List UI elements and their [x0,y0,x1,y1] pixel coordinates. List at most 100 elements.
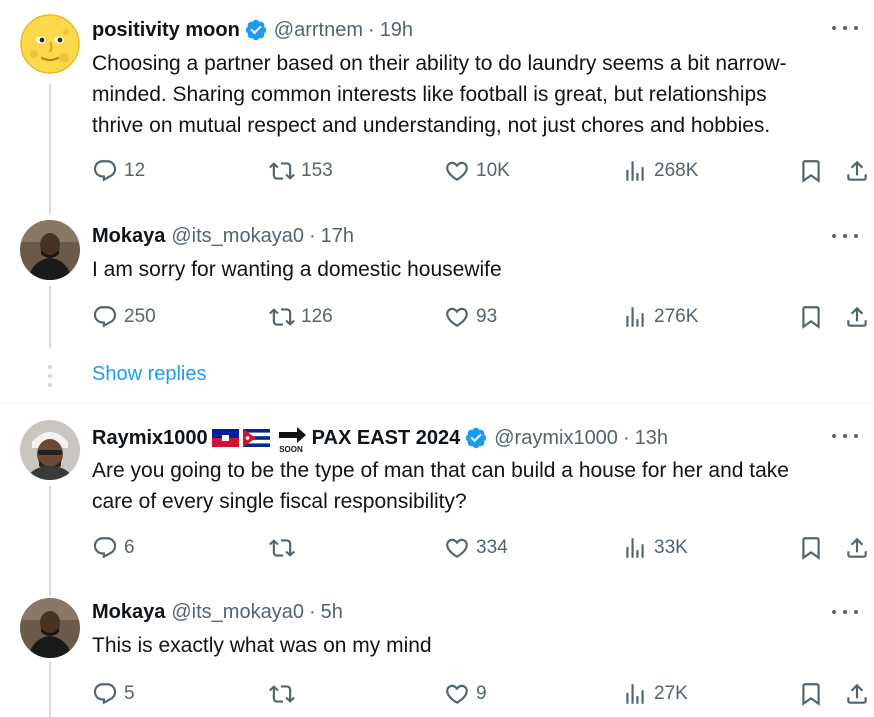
repost-icon [269,681,295,707]
share-icon [844,681,870,707]
separator: · [308,600,316,623]
more-icon[interactable] [832,226,858,246]
thread-line [49,662,51,717]
views-icon [622,681,648,707]
repost-button[interactable] [269,679,301,709]
share-button[interactable] [844,156,870,186]
like-icon [444,681,470,707]
handle[interactable]: @arrtnem [274,19,363,42]
more-icon[interactable] [832,18,858,38]
view-count: 268K [654,160,699,181]
share-icon [844,535,870,561]
avatar[interactable] [20,598,80,658]
handle[interactable]: @its_mokaya0 [171,225,304,248]
like-button[interactable]: 10K [444,156,510,186]
repost-count: 153 [301,160,333,181]
haiti-flag-icon [211,429,239,447]
reply-button[interactable]: 250 [92,302,156,332]
like-count: 9 [476,683,487,704]
like-button[interactable]: 334 [444,533,508,563]
tweet-actions: 6 334 33K [92,533,874,563]
user-photo-icon [20,598,80,658]
divider [0,403,874,404]
timestamp[interactable]: 5h [321,601,343,624]
separator: · [308,224,316,247]
reply-count: 6 [124,537,135,558]
views-icon [622,535,648,561]
repost-button[interactable]: 153 [269,156,333,186]
like-button[interactable]: 9 [444,679,487,709]
avatar[interactable] [20,14,80,74]
handle[interactable]: @its_mokaya0 [171,601,304,624]
repost-button[interactable] [269,533,301,563]
tweet-actions: 12 153 10K 268K [92,156,874,186]
share-button[interactable] [844,533,870,563]
separator: · [622,426,630,449]
avatar[interactable] [20,220,80,280]
tweet-header: Mokaya @its_mokaya0 · 17h [92,222,354,250]
bookmark-button[interactable] [798,302,824,332]
timestamp[interactable]: 19h [380,19,413,42]
thread-line [49,286,51,348]
display-name[interactable]: positivity moon [92,19,240,42]
views-button[interactable]: 27K [622,679,688,709]
display-name[interactable]: Mokaya [92,225,165,248]
bookmark-button[interactable] [798,679,824,709]
like-count: 10K [476,160,510,181]
reply-button[interactable]: 6 [92,533,135,563]
repost-count: 126 [301,306,333,327]
verified-badge-icon [244,18,268,42]
like-count: 93 [476,306,498,327]
timestamp[interactable]: 13h [635,427,668,450]
show-replies-link[interactable]: Show replies [92,363,207,386]
tweet-text: Are you going to be the type of man that… [92,459,789,513]
thread-line [49,486,51,596]
like-count: 334 [476,537,508,558]
timestamp[interactable]: 17h [321,225,354,248]
display-name[interactable]: Mokaya [92,601,165,624]
tweet-header: Raymix1000 SOON PAX EAST 2024 @raymix100… [92,424,668,454]
views-button[interactable]: 276K [622,302,698,332]
more-icon[interactable] [832,426,858,446]
thread-line [49,84,51,214]
bookmark-icon [798,535,824,561]
tweet-header: Mokaya @its_mokaya0 · 5h [92,598,343,626]
view-count: 27K [654,683,688,704]
views-button[interactable]: 33K [622,533,688,563]
reply-icon [92,304,118,330]
user-photo-icon [20,220,80,280]
repost-button[interactable]: 126 [269,302,333,332]
view-count: 276K [654,306,699,327]
display-name[interactable]: Raymix1000 [92,427,208,450]
reply-count: 250 [124,306,156,327]
thread-dot [48,365,52,369]
bookmark-icon [798,304,824,330]
reply-button[interactable]: 12 [92,156,145,186]
soon-label: SOON [279,445,303,453]
like-icon [444,304,470,330]
bookmark-button[interactable] [798,533,824,563]
reply-count: 5 [124,683,135,704]
views-button[interactable]: 268K [622,156,698,186]
verified-badge-icon [464,426,488,450]
view-count: 33K [654,537,688,558]
display-name-suffix[interactable]: PAX EAST 2024 [312,427,461,450]
more-icon[interactable] [832,602,858,622]
tweet-text: Choosing a partner based on their abilit… [92,52,787,137]
handle[interactable]: @raymix1000 [494,427,618,450]
bookmark-button[interactable] [798,156,824,186]
share-button[interactable] [844,302,870,332]
avatar[interactable] [20,420,80,480]
reply-icon [92,158,118,184]
reply-icon [92,681,118,707]
like-icon [444,158,470,184]
reply-icon [92,535,118,561]
bookmark-icon [798,681,824,707]
tweet-header: positivity moon @arrtnem · 19h [92,16,413,44]
share-icon [844,304,870,330]
soon-arrow-icon: SOON [278,427,306,453]
tweet-actions: 5 9 27K [92,679,874,709]
reply-button[interactable]: 5 [92,679,135,709]
like-button[interactable]: 93 [444,302,497,332]
share-button[interactable] [844,679,870,709]
